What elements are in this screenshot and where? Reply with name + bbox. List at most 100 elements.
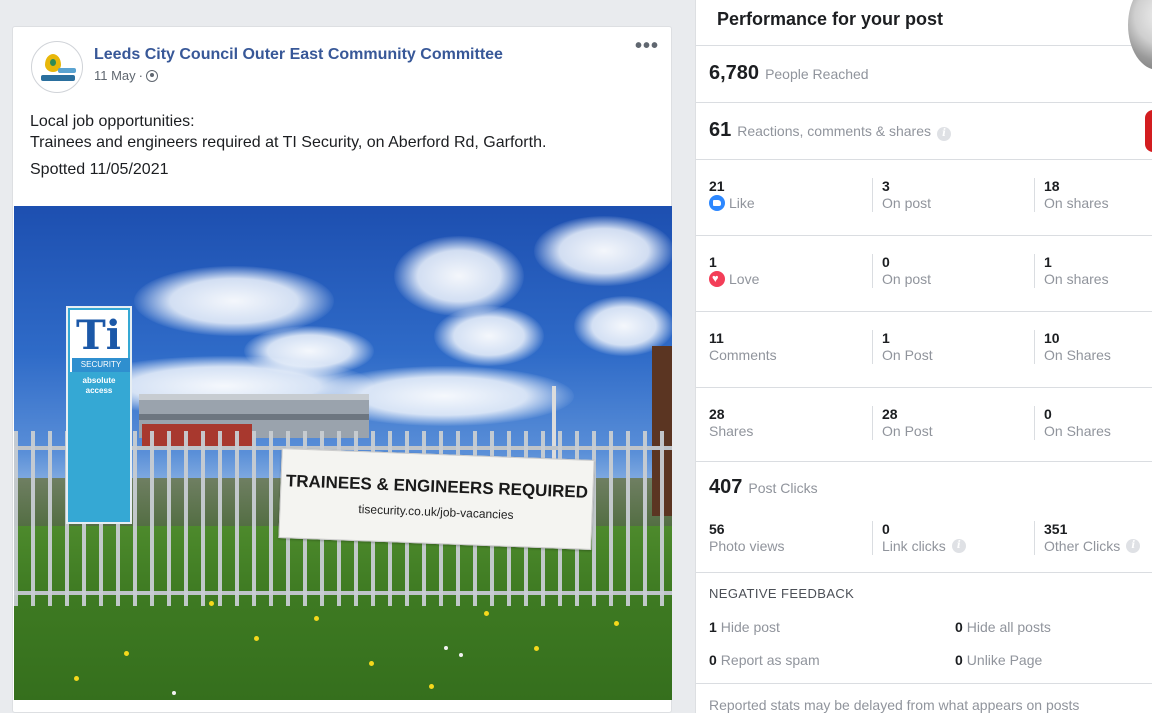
love-count: 1 bbox=[709, 254, 717, 270]
love-on-post-count: 0 bbox=[882, 254, 890, 270]
love-on-shares: 1 On shares bbox=[1034, 254, 1109, 288]
engagement-stat: 61 Reactions, comments & shares i bbox=[709, 119, 951, 142]
post-text-line: Trainees and engineers required at TI Se… bbox=[30, 134, 547, 151]
post-insights-panel: Performance for your post 6,780 People R… bbox=[695, 0, 1152, 713]
like-count: 21 bbox=[709, 178, 725, 194]
comments-count: 11 bbox=[709, 330, 724, 346]
hide-all-count: 0 bbox=[955, 619, 963, 635]
banner-url: tisecurity.co.uk/job-vacancies bbox=[358, 502, 514, 522]
sign-logo: Ti bbox=[76, 312, 121, 359]
like-on-post-count: 3 bbox=[882, 178, 890, 194]
link-clicks: 0 Link clicks i bbox=[872, 521, 966, 555]
post-clicks-stat: 407 Post Clicks bbox=[709, 476, 818, 499]
people-reached-stat: 6,780 People Reached bbox=[709, 62, 869, 85]
photo-views: 56 Photo views bbox=[709, 521, 784, 555]
unlike-stat: 0 Unlike Page bbox=[955, 652, 1042, 668]
comments-on-shares: 10 On Shares bbox=[1034, 330, 1111, 364]
info-icon[interactable]: i bbox=[1126, 539, 1141, 553]
love-on-post-label: On post bbox=[882, 271, 932, 287]
hide-all-label: Hide all posts bbox=[966, 619, 1051, 635]
unlike-label: Unlike Page bbox=[966, 652, 1043, 668]
love-on-shares-label: On shares bbox=[1044, 271, 1109, 287]
reaction-row-love: 1 Love 0 On post 1 On shares bbox=[696, 236, 1152, 311]
shares-on-shares: 0 On Shares bbox=[1034, 406, 1111, 440]
hide-post-count: 1 bbox=[709, 619, 717, 635]
shares-row: 28 Shares 28 On Post 0 On Shares bbox=[696, 388, 1152, 463]
shares-total: 28 Shares bbox=[709, 406, 753, 440]
insights-title: Performance for your post bbox=[717, 9, 944, 29]
spam-count: 0 bbox=[709, 652, 717, 668]
photo-views-label: Photo views bbox=[709, 538, 785, 554]
comments-on-shares-label: On Shares bbox=[1044, 347, 1111, 363]
spam-stat: 0 Report as spam bbox=[709, 652, 820, 668]
love-total: 1 Love bbox=[709, 254, 759, 288]
comments-row: 11 Comments 1 On Post 10 On Shares bbox=[696, 312, 1152, 387]
like-icon bbox=[709, 195, 725, 211]
post-date[interactable]: 11 May bbox=[94, 68, 136, 83]
love-label: Love bbox=[729, 271, 760, 287]
comments-on-post-count: 1 bbox=[882, 330, 890, 346]
love-on-shares-count: 1 bbox=[1044, 254, 1052, 270]
shares-on-shares-count: 0 bbox=[1044, 406, 1052, 422]
info-icon[interactable]: i bbox=[951, 539, 966, 553]
shares-count: 28 bbox=[709, 406, 725, 422]
ti-security-sign: Ti SECURITY absolute access bbox=[66, 306, 132, 524]
spam-label: Report as spam bbox=[720, 652, 820, 668]
engagement-label: Reactions, comments & shares bbox=[737, 123, 931, 139]
comments-on-shares-count: 10 bbox=[1044, 330, 1060, 346]
like-label: Like bbox=[729, 195, 755, 211]
info-icon[interactable]: i bbox=[937, 127, 951, 141]
meta-separator: · bbox=[138, 68, 144, 83]
negative-feedback-title: NEGATIVE FEEDBACK bbox=[709, 586, 855, 601]
shares-on-post-count: 28 bbox=[882, 406, 898, 422]
people-reached-label: People Reached bbox=[765, 66, 869, 82]
other-clicks: 351 Other Clicks i bbox=[1034, 521, 1141, 555]
banner-title: TRAINEES & ENGINEERS REQUIRED bbox=[285, 471, 589, 502]
hide-post-label: Hide post bbox=[720, 619, 780, 635]
hide-post-stat: 1 Hide post bbox=[709, 619, 780, 635]
like-total: 21 Like bbox=[709, 178, 755, 212]
comments-on-post-label: On Post bbox=[882, 347, 933, 363]
love-icon bbox=[709, 271, 725, 287]
reaction-row-like: 21 Like 3 On post 18 On shares bbox=[696, 160, 1152, 235]
like-on-shares-count: 18 bbox=[1044, 178, 1060, 194]
love-on-post: 0 On post bbox=[872, 254, 931, 288]
sign-sub: SECURITY bbox=[72, 358, 130, 372]
recruitment-banner: TRAINEES & ENGINEERS REQUIRED tisecurity… bbox=[278, 448, 595, 550]
post-text: Local job opportunities: Trainees and en… bbox=[30, 111, 546, 186]
post-photo[interactable]: Ti SECURITY absolute access TRAINEES & E… bbox=[14, 206, 672, 700]
like-on-post-label: On post bbox=[882, 195, 932, 211]
stats-delay-note: Reported stats may be delayed from what … bbox=[709, 697, 1080, 713]
post-clicks-value: 407 bbox=[709, 476, 743, 498]
like-on-post: 3 On post bbox=[872, 178, 931, 212]
post-header: Leeds City Council Outer East Community … bbox=[31, 41, 503, 93]
people-reached-value: 6,780 bbox=[709, 62, 760, 84]
comments-total: 11 Comments bbox=[709, 330, 777, 364]
like-on-shares-label: On shares bbox=[1044, 195, 1109, 211]
shares-label: Shares bbox=[709, 423, 754, 439]
shares-on-post-label: On Post bbox=[882, 423, 933, 439]
globe-icon[interactable] bbox=[146, 69, 159, 82]
hide-all-stat: 0 Hide all posts bbox=[955, 619, 1051, 635]
clicks-row: 56 Photo views 0 Link clicks i 351 Other … bbox=[696, 503, 1152, 578]
link-clicks-count: 0 bbox=[882, 521, 890, 537]
other-clicks-count: 351 bbox=[1044, 521, 1068, 537]
page-name-link[interactable]: Leeds City Council Outer East Community … bbox=[94, 45, 503, 65]
shares-on-post: 28 On Post bbox=[872, 406, 933, 440]
shares-on-shares-label: On Shares bbox=[1044, 423, 1111, 439]
post-header-text: Leeds City Council Outer East Community … bbox=[94, 45, 503, 83]
unlike-count: 0 bbox=[955, 652, 963, 668]
other-clicks-label: Other Clicks bbox=[1044, 538, 1121, 554]
more-options-icon[interactable]: ••• bbox=[635, 36, 659, 56]
post-text-line: Spotted 11/05/2021 bbox=[30, 161, 169, 178]
link-clicks-label: Link clicks bbox=[882, 538, 946, 554]
like-on-shares: 18 On shares bbox=[1034, 178, 1109, 212]
corner-decoration bbox=[1145, 110, 1152, 152]
post-text-line: Local job opportunities: bbox=[30, 113, 195, 130]
page-avatar[interactable] bbox=[31, 41, 83, 93]
post-meta: 11 May · bbox=[94, 68, 503, 83]
post-card: Leeds City Council Outer East Community … bbox=[12, 26, 672, 713]
photo-views-count: 56 bbox=[709, 521, 725, 537]
post-clicks-label: Post Clicks bbox=[748, 480, 818, 496]
comments-on-post: 1 On Post bbox=[872, 330, 933, 364]
